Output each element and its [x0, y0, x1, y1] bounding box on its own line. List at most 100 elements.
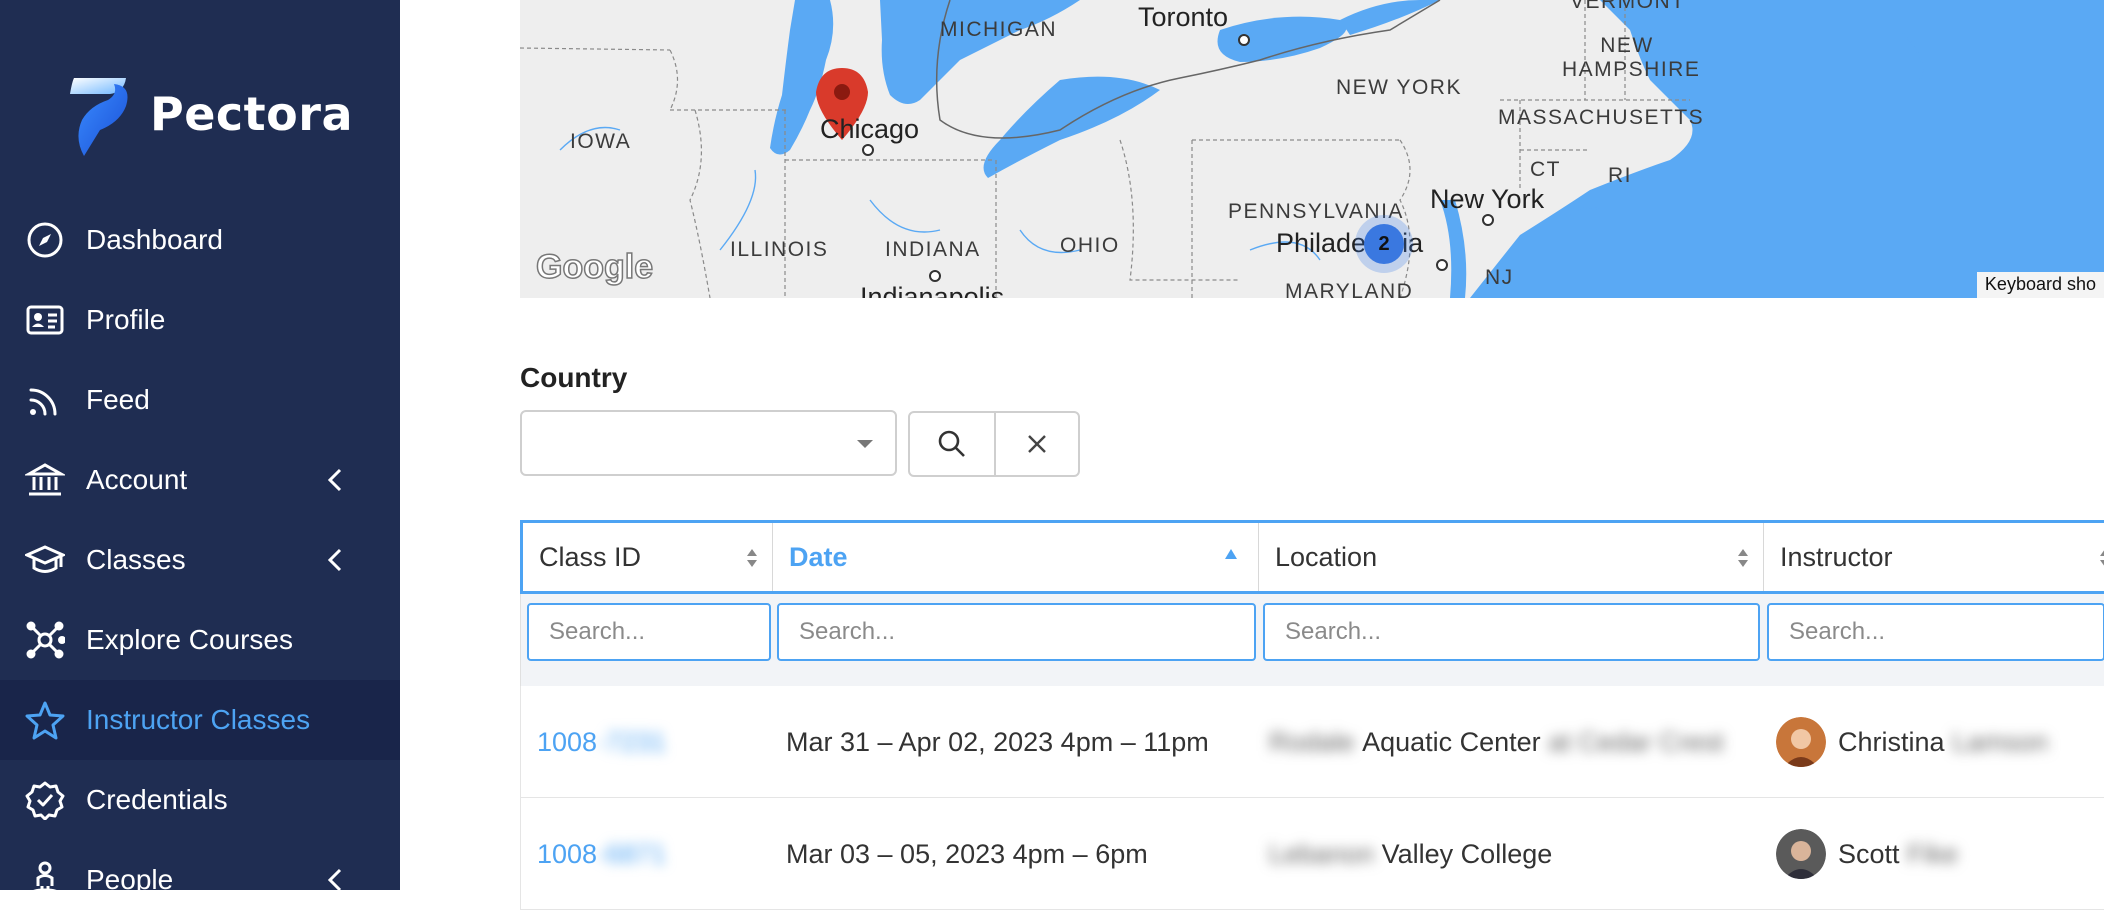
date-cell: Mar 03 – 05, 2023 4pm – 6pm	[786, 838, 1148, 869]
instructor-cell[interactable]: Scott Fike	[1776, 798, 1958, 910]
column-header-location[interactable]: Location	[1259, 523, 1764, 591]
column-header-label: Location	[1275, 541, 1378, 572]
map-region-label: IOWA	[570, 130, 632, 153]
instructor-classes-table: Class ID Date Location Instructor 1008-7…	[520, 520, 2104, 910]
table-row[interactable]: 1008 -7231 Mar 31 – Apr 02, 2023 4pm – 11…	[520, 686, 2104, 798]
column-header-date[interactable]: Date	[773, 523, 1259, 591]
clear-button[interactable]	[993, 413, 1078, 475]
class-id-link[interactable]: 1008 -6871	[537, 798, 666, 910]
google-logo[interactable]: Google	[535, 247, 654, 287]
column-header-label: Instructor	[1780, 541, 1893, 572]
column-header-class-id[interactable]: Class ID	[523, 523, 773, 591]
sidebar-item-people[interactable]: People	[0, 840, 400, 920]
sidebar-item-label: Explore Courses	[86, 624, 293, 655]
map-region-label: MARYLAND	[1285, 280, 1414, 298]
sidebar-item-instructor-classes[interactable]: Instructor Classes	[0, 680, 400, 760]
avatar	[1776, 829, 1826, 879]
sidebar-item-explore-courses[interactable]: Explore Courses	[0, 600, 400, 680]
date-search-input[interactable]	[777, 603, 1256, 661]
map-region-label: ILLINOIS	[730, 238, 829, 261]
sidebar-item-label: Feed	[86, 384, 150, 415]
sidebar-item-feed[interactable]: Feed	[0, 360, 400, 440]
sidebar-item-credentials[interactable]: Credentials	[0, 760, 400, 840]
bank-icon	[24, 459, 66, 501]
instructor-name: Christina	[1838, 726, 1945, 757]
logo[interactable]: Pectora	[64, 72, 353, 156]
table-row[interactable]: 1008 -6871 Mar 03 – 05, 2023 4pm – 6pm Le…	[520, 798, 2104, 910]
sidebar-nav: Dashboard Profile Feed Account Classes E…	[0, 200, 400, 920]
sidebar-item-account[interactable]: Account	[0, 440, 400, 520]
redacted-text: Lebanon	[1269, 838, 1375, 869]
class-id-text: 1008	[537, 726, 598, 757]
country-select[interactable]	[520, 410, 897, 476]
sort-ascending-icon	[1225, 549, 1237, 559]
star-icon	[24, 699, 66, 741]
instructor-name: Scott	[1838, 838, 1900, 869]
sidebar-item-label: Account	[86, 464, 188, 495]
sidebar: Pectora Dashboard Profile Feed Account C…	[0, 0, 400, 900]
map-city-label: New York	[1430, 184, 1545, 214]
map-cluster-marker[interactable]: 2	[1355, 215, 1413, 273]
location-cell: Rodale Aquatic Center at Cedar Crest	[1269, 686, 1724, 798]
sidebar-item-profile[interactable]: Profile	[0, 280, 400, 360]
sort-icon	[1738, 549, 1748, 567]
redacted-text: Fike	[1907, 838, 1959, 869]
compass-icon	[24, 219, 66, 261]
map-region-label: INDIANA	[885, 238, 981, 261]
search-button[interactable]	[910, 413, 994, 475]
classes-map[interactable]: MICHIGAN IOWA ILLINOIS INDIANA OHIO PENN…	[520, 0, 2104, 298]
class-id-search-input[interactable]	[527, 603, 771, 661]
redacted-text: -7231	[597, 726, 667, 757]
country-filter-label: Country	[520, 362, 628, 393]
redacted-text: Lamson	[1952, 726, 2049, 757]
sidebar-item-dashboard[interactable]: Dashboard	[0, 200, 400, 280]
close-icon	[1028, 435, 1046, 453]
sidebar-item-label: Dashboard	[86, 224, 223, 255]
sidebar-item-label: Classes	[86, 544, 186, 575]
column-header-instructor[interactable]: Instructor	[1764, 523, 2104, 591]
class-id-text: 1008	[537, 838, 598, 869]
map-region-label: CT	[1530, 158, 1561, 181]
map-region-label: NEW YORK	[1336, 76, 1462, 99]
map-region-label: MICHIGAN	[940, 18, 1057, 41]
sort-icon	[747, 549, 757, 567]
sidebar-item-label: Credentials	[86, 784, 228, 815]
location-text: Valley College	[1381, 838, 1553, 869]
badge-check-icon	[24, 779, 66, 821]
id-card-icon	[24, 299, 66, 341]
filter-button-group	[908, 411, 1080, 477]
sidebar-item-classes[interactable]: Classes	[0, 520, 400, 600]
class-id-link[interactable]: 1008 -7231	[537, 686, 666, 798]
person-pin-icon	[24, 859, 66, 901]
search-icon	[938, 430, 965, 457]
map-city-label: Indianapolis	[860, 282, 1005, 298]
network-icon	[24, 619, 66, 661]
map-region-label: VERMONT	[1570, 0, 1686, 13]
cluster-count: 2	[1364, 224, 1404, 264]
chevron-left-icon	[327, 548, 342, 572]
map-region-label: OHIO	[1060, 234, 1120, 257]
map-region-label: RI	[1608, 164, 1632, 187]
map-region-label: NJ	[1485, 266, 1514, 289]
table-header: Class ID Date Location Instructor	[520, 520, 2104, 594]
instructor-cell[interactable]: Christina Lamson	[1776, 686, 2048, 798]
redacted-text: at Cedar Crest	[1548, 726, 1724, 757]
location-search-input[interactable]	[1263, 603, 1760, 661]
sidebar-item-label: Profile	[86, 304, 166, 335]
sort-icon	[2100, 550, 2104, 566]
map-region-label: NEW HAMPSHIRE	[1562, 34, 1701, 81]
redacted-text: Rodale	[1269, 726, 1355, 757]
graduation-cap-icon	[24, 539, 66, 581]
location-cell: Lebanon Valley College	[1269, 798, 1552, 910]
app-name: Pectora	[150, 87, 353, 141]
sidebar-item-label: People	[86, 864, 174, 895]
map-city-label: Chicago	[820, 114, 920, 144]
pectora-logo-icon	[70, 78, 128, 156]
caret-down-icon	[857, 440, 873, 448]
chevron-left-icon	[327, 468, 342, 492]
keyboard-shortcuts-link[interactable]: Keyboard sho	[1976, 272, 2104, 298]
column-header-label: Date	[789, 541, 848, 572]
date-cell: Mar 31 – Apr 02, 2023 4pm – 11pm	[786, 726, 1209, 757]
sidebar-item-label: Instructor Classes	[86, 704, 311, 735]
instructor-search-input[interactable]	[1767, 603, 2104, 661]
